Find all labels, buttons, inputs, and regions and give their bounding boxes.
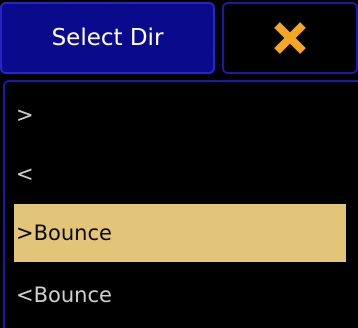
list-item-option-3[interactable]: >Bounce <box>14 204 346 262</box>
option-label: <Bounce <box>16 283 112 307</box>
option-label: >Bounce <box>16 221 112 245</box>
list-item-option-1[interactable]: > <box>14 86 346 144</box>
list-item-option-4[interactable]: <Bounce <box>14 266 346 324</box>
close-icon <box>271 19 309 57</box>
option-label: < <box>16 162 34 186</box>
title-button[interactable]: Select Dir <box>0 2 215 74</box>
option-label: > <box>16 103 34 127</box>
dialog-title: Select Dir <box>51 25 164 51</box>
close-button[interactable] <box>222 2 358 74</box>
list-item-option-2[interactable]: < <box>14 145 346 203</box>
